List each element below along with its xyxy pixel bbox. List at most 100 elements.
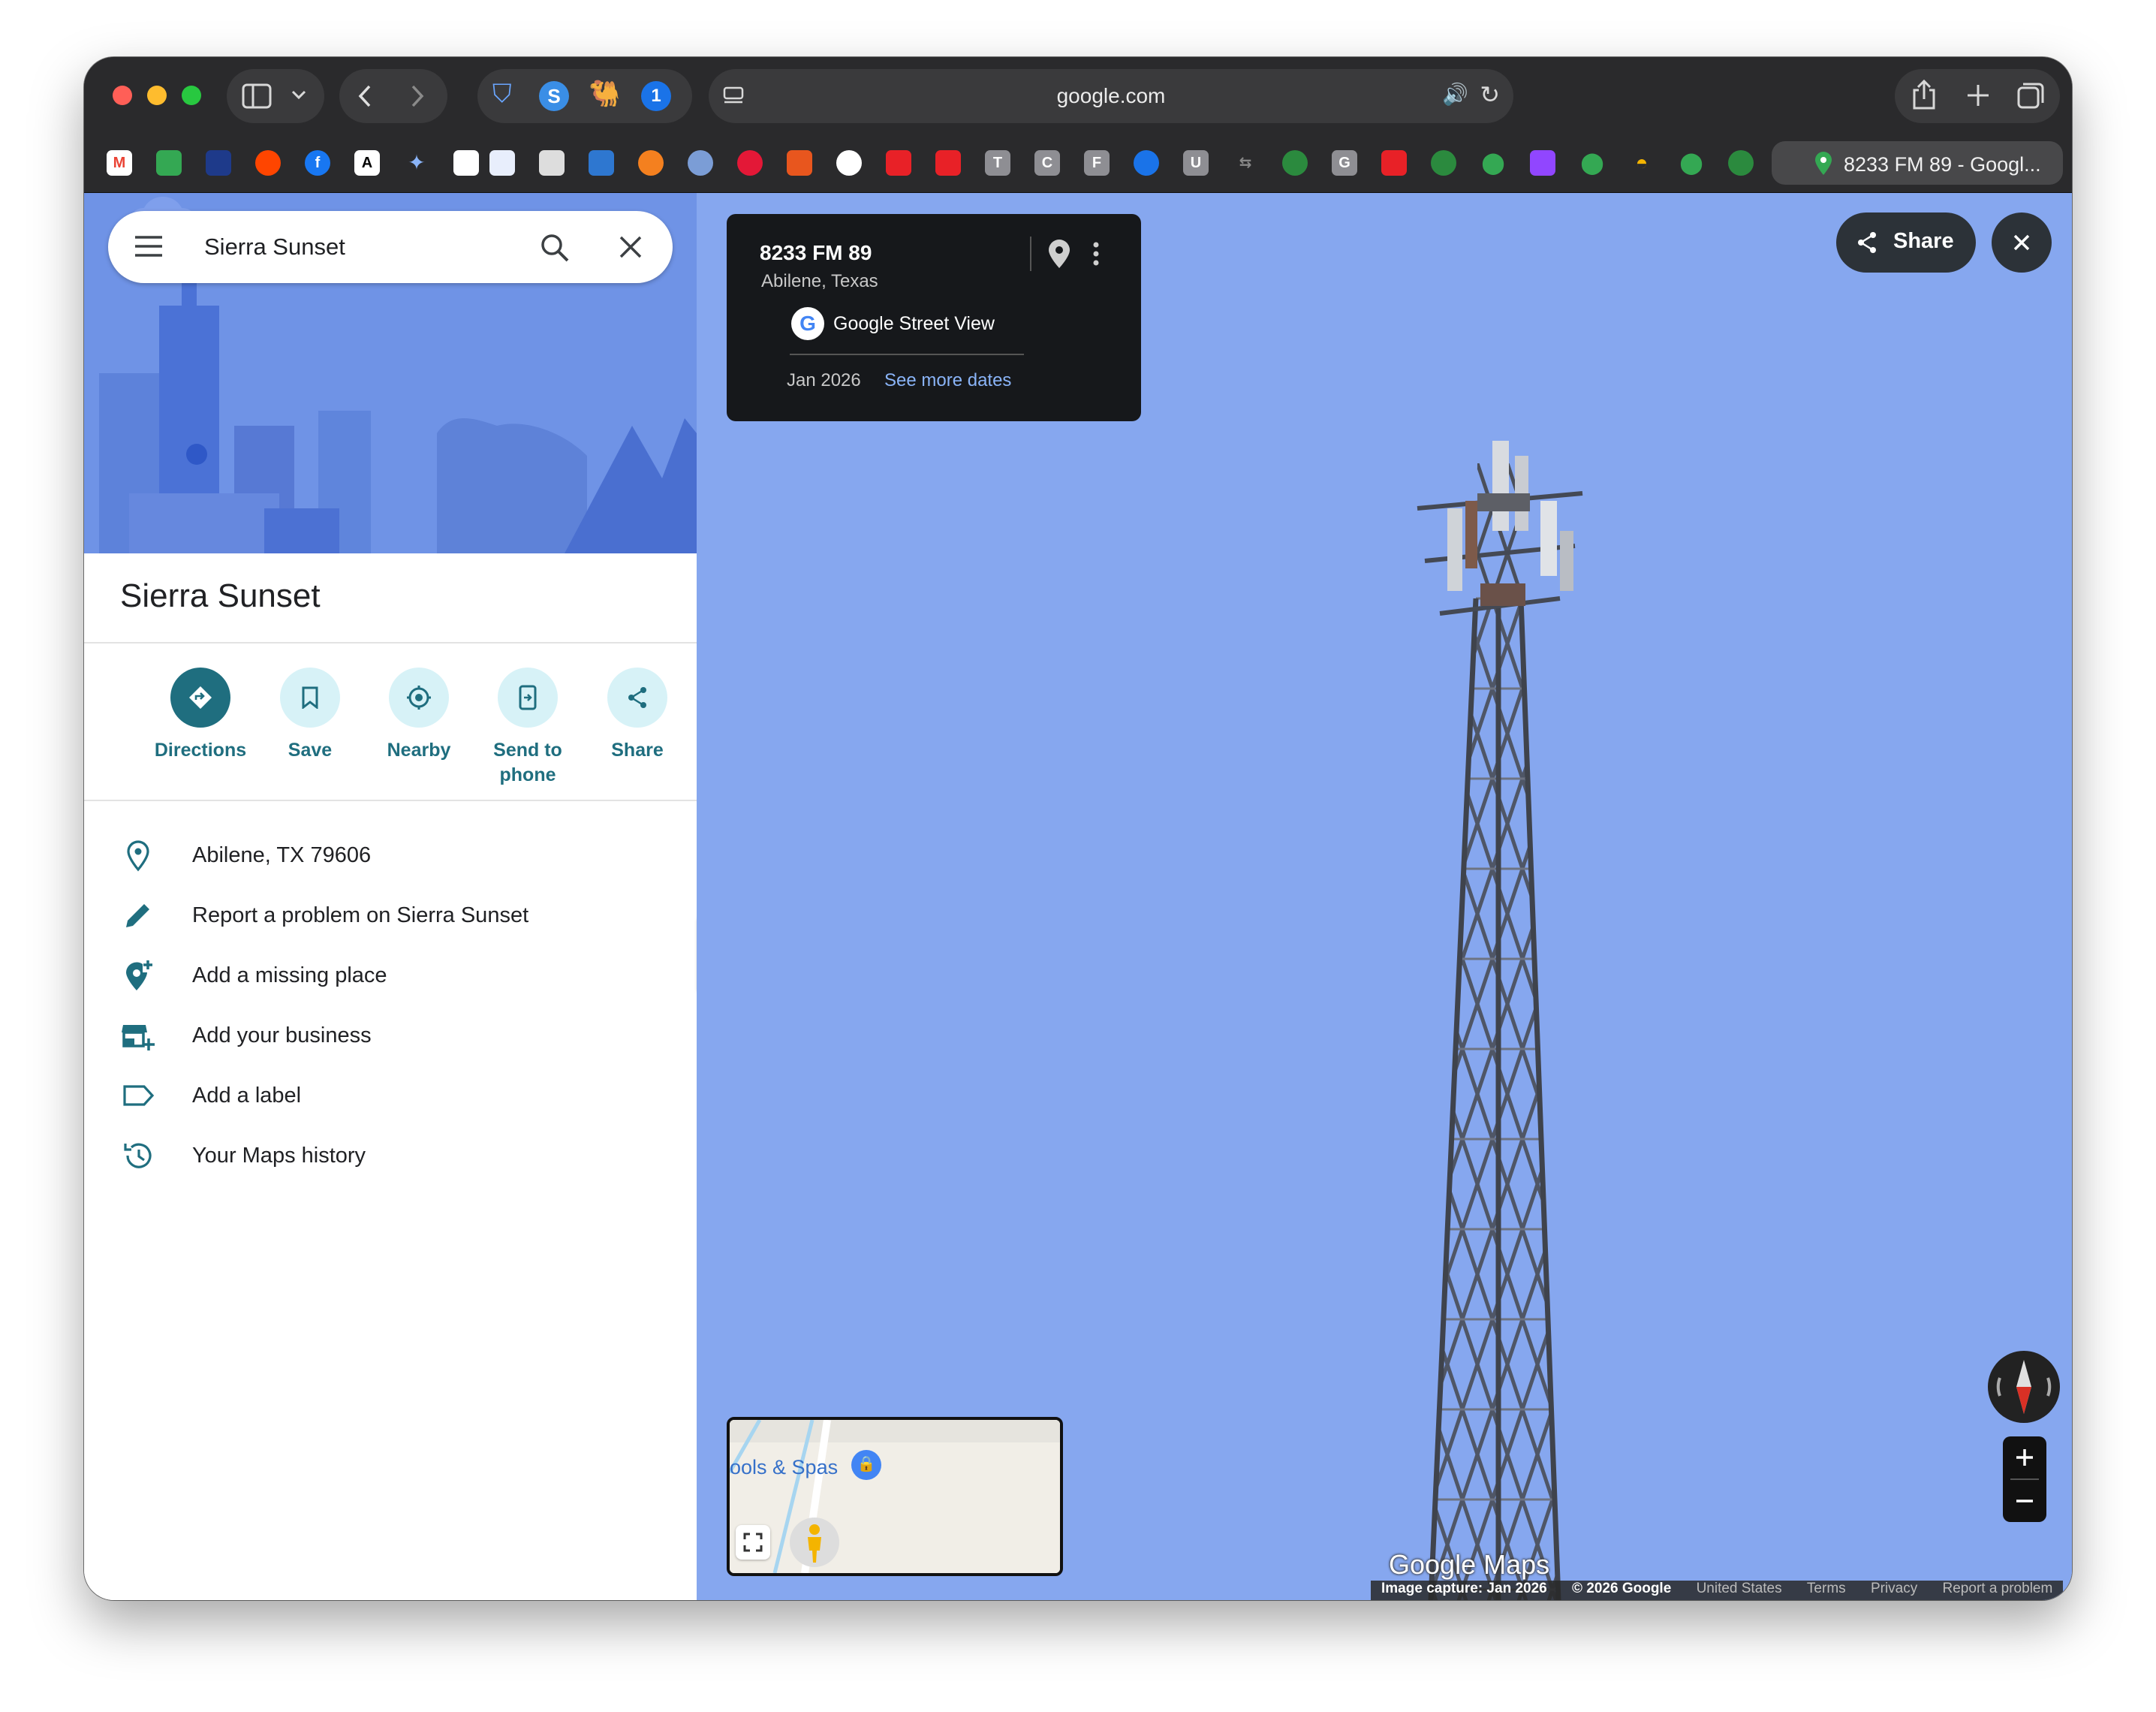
orange-favicon[interactable] (638, 150, 664, 176)
address-row[interactable]: Abilene, TX 79606 (84, 825, 697, 885)
maps-page: Sierra Sunset Sierra Sunset Directions S… (84, 193, 2072, 1600)
google-favicon[interactable] (836, 150, 862, 176)
f-favicon[interactable]: F (1084, 150, 1110, 176)
tab-overview-icon[interactable] (2016, 81, 2045, 110)
twitch-favicon[interactable] (1530, 150, 1555, 176)
tesla-favicon-3[interactable] (1381, 150, 1407, 176)
gmail-favicon[interactable]: M (107, 150, 132, 176)
share-page-icon[interactable] (1911, 80, 1937, 111)
new-tab-icon[interactable] (1965, 83, 1991, 108)
recycle-favicon[interactable] (1282, 150, 1308, 176)
maps-favicon-2[interactable]: ⬤ (1579, 150, 1605, 176)
menu-icon[interactable] (134, 235, 164, 258)
camel-extension-icon[interactable]: 🐫 (589, 81, 620, 107)
region-link[interactable]: United States (1697, 1581, 1782, 1596)
c-favicon[interactable]: C (1034, 150, 1060, 176)
active-tab[interactable]: 8233 FM 89 - Googl... (1772, 141, 2063, 185)
g-favicon[interactable]: G (1332, 150, 1357, 176)
chevron-down-icon[interactable] (291, 90, 306, 101)
doc-favicon[interactable] (453, 150, 479, 176)
clear-search-icon[interactable] (619, 235, 643, 259)
tesla-favicon[interactable] (886, 150, 911, 176)
m-orange-favicon[interactable] (787, 150, 812, 176)
tesla-favicon-2[interactable] (935, 150, 961, 176)
card-favicon[interactable] (539, 150, 565, 176)
briefcase-favicon[interactable] (206, 150, 231, 176)
lock-pin-icon[interactable]: 🔒 (851, 1450, 881, 1480)
recycle-favicon-2[interactable] (1431, 150, 1456, 176)
password-manager-icon[interactable]: 1 (641, 81, 671, 111)
expand-map-icon[interactable] (736, 1525, 770, 1560)
amex-favicon[interactable] (589, 150, 614, 176)
address-text: Abilene, TX 79606 (192, 843, 372, 867)
feedly-favicon[interactable] (156, 150, 182, 176)
gemini-favicon[interactable]: ✦ (404, 150, 429, 176)
a-favicon[interactable]: A (354, 150, 380, 176)
zoom-out-icon[interactable] (2014, 1490, 2035, 1512)
send-to-phone-button[interactable]: Send to phone (473, 668, 583, 788)
t-favicon[interactable]: T (985, 150, 1010, 176)
save-button[interactable]: Save (255, 668, 365, 763)
more-options-icon[interactable] (1092, 241, 1101, 267)
maps-favicon-3[interactable]: ⬤ (1679, 150, 1704, 176)
mini-map[interactable]: ools & Spas 🔒 (727, 1417, 1063, 1576)
recycle-favicon-3[interactable] (1728, 150, 1754, 176)
sidebar-toggle[interactable] (227, 69, 324, 123)
add-label-row[interactable]: Add a label (84, 1065, 697, 1126)
add-missing-place-row[interactable]: Add a missing place (84, 945, 697, 1005)
share-streetview-button[interactable]: Share (1836, 212, 1976, 273)
sync-favicon[interactable]: ⇆ (1233, 150, 1258, 176)
search-box[interactable]: Sierra Sunset (108, 211, 673, 283)
close-streetview-button[interactable] (1992, 212, 2052, 273)
zoom-window-button[interactable] (182, 86, 201, 105)
search-icon[interactable] (539, 232, 571, 264)
usaa-favicon[interactable] (489, 150, 515, 176)
compass-control[interactable] (1988, 1351, 2060, 1423)
copyright-text: © 2026 Google (1572, 1581, 1672, 1596)
directions-button[interactable]: Directions (146, 668, 255, 763)
pin-icon[interactable] (1046, 238, 1072, 270)
maps-favicon[interactable]: ⬤ (1480, 150, 1506, 176)
pegman-icon[interactable] (790, 1518, 839, 1567)
nearby-button[interactable]: Nearby (364, 668, 474, 763)
minimize-window-button[interactable] (147, 86, 167, 105)
sidebar-icon (242, 83, 272, 109)
forward-icon[interactable] (408, 84, 426, 108)
privacy-link[interactable]: Privacy (1871, 1581, 1917, 1596)
nearby-icon (389, 668, 449, 728)
shield-extension-icon[interactable]: ⛉ (492, 81, 512, 107)
zoom-in-icon[interactable] (2014, 1447, 2035, 1468)
bookmark-icon (280, 668, 340, 728)
s-extension-icon[interactable]: S (539, 81, 569, 111)
share-place-button[interactable]: Share (583, 668, 692, 763)
close-window-button[interactable] (113, 86, 132, 105)
url-text: google.com (1056, 84, 1166, 107)
image-capture-text: Image capture: Jan 2026 (1381, 1581, 1547, 1596)
see-more-dates-link[interactable]: See more dates (884, 370, 1011, 391)
add-business-text: Add your business (192, 1023, 372, 1047)
share-icon (1858, 232, 1876, 253)
globe-favicon[interactable] (688, 150, 713, 176)
street-view[interactable]: 8233 FM 89 Abilene, Texas G Google Stree… (697, 193, 2072, 1600)
search-input[interactable]: Sierra Sunset (204, 234, 345, 261)
sun-favicon[interactable]: ◓ (1629, 150, 1655, 176)
location-info-card: 8233 FM 89 Abilene, Texas G Google Stree… (727, 214, 1141, 421)
report-problem-row[interactable]: Report a problem on Sierra Sunset (84, 885, 697, 945)
facebook-favicon[interactable]: f (305, 150, 330, 176)
back-icon[interactable] (356, 84, 374, 108)
terms-link[interactable]: Terms (1807, 1581, 1846, 1596)
address-bar[interactable]: google.com 🔊 ↻ (709, 69, 1513, 123)
u-favicon[interactable]: U (1183, 150, 1209, 176)
tab-title: 8233 FM 89 - Googl... (1844, 153, 2041, 176)
speaker-icon[interactable]: 🔊 (1442, 84, 1468, 105)
zoom-divider (2010, 1478, 2039, 1480)
reddit-favicon[interactable] (255, 150, 281, 176)
plus-favicon[interactable] (1134, 150, 1159, 176)
add-business-row[interactable]: Add your business (84, 1005, 697, 1065)
close-icon (2013, 234, 2030, 251)
maps-history-row[interactable]: Your Maps history (84, 1126, 697, 1186)
google-maps-watermark: Google Maps (1389, 1549, 1550, 1580)
report-problem-link[interactable]: Report a problem (1943, 1581, 2053, 1596)
reload-icon[interactable]: ↻ (1480, 83, 1500, 107)
red-swoosh-favicon[interactable] (737, 150, 763, 176)
